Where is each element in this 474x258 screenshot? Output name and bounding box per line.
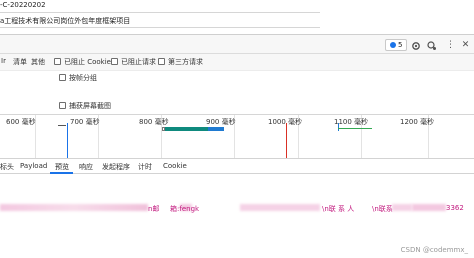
checkbox-box[interactable] (59, 102, 66, 109)
blocked-requests-checkbox[interactable]: 已阻止请求 (111, 57, 156, 67)
redacted-text (240, 204, 320, 211)
request-marker (338, 123, 339, 131)
divider (0, 12, 320, 13)
page-text-line: -C-20220202 (0, 1, 46, 9)
group-by-frame-checkbox[interactable]: 按帧分组 (59, 73, 97, 83)
watermark: CSDN @codemmx_ (400, 246, 468, 254)
preview-text: \n联系 (372, 205, 393, 213)
preview-text: \n联 系 人 (322, 205, 355, 213)
devtools-toolbar: 5 ⋮ ✕ (0, 34, 474, 54)
blocked-cookies-checkbox[interactable]: 已阻止 Cookie (54, 57, 111, 67)
waiting-bar (162, 127, 208, 131)
filter-bar: Ir 清单 其他 已阻止 Cookie 已阻止请求 第三方请求 ⚙ (0, 54, 474, 121)
capture-screenshots-checkbox[interactable]: 捕获屏幕截图 (59, 101, 111, 111)
preview-text: 箱:fengk (170, 205, 200, 213)
filter-type-ir[interactable]: Ir (1, 57, 6, 65)
redacted-text (412, 204, 446, 211)
blocked-cookies-label: 已阻止 Cookie (64, 58, 111, 66)
customize-icon[interactable] (426, 40, 437, 51)
divider (0, 27, 320, 28)
third-party-checkbox[interactable]: 第三方请求 (158, 57, 203, 67)
tick-label: 600 毫秒 (6, 118, 36, 126)
options-row: 按帧分组 (0, 70, 474, 84)
redacted-text (392, 204, 412, 211)
timeline-bar (58, 125, 66, 126)
settings-icon[interactable] (410, 40, 421, 51)
page-text-line: a工程技术有限公司岗位外包年度框架项目 (0, 17, 131, 25)
content-download-bar (208, 127, 224, 131)
preview-text: 3362 (446, 204, 464, 212)
filter-type-manifest[interactable]: 清单 (13, 57, 27, 67)
tick-label: 1200 毫秒 (400, 118, 435, 126)
close-icon[interactable]: ✕ (460, 40, 471, 51)
tab-cookies[interactable]: Cookie (163, 162, 187, 170)
checkbox-box[interactable] (59, 74, 66, 81)
checkbox-box[interactable] (54, 58, 61, 65)
tab-headers[interactable]: 标头 (0, 162, 14, 172)
filter-type-other[interactable]: 其他 (31, 57, 45, 67)
tick-label: 1100 毫秒 (334, 118, 369, 126)
redacted-text (0, 204, 148, 211)
active-tab-indicator (50, 172, 73, 174)
capture-screenshots-label: 捕获屏幕截图 (69, 102, 111, 110)
dom-content-loaded-marker (67, 123, 68, 159)
checkbox-box[interactable] (111, 58, 118, 65)
network-overview[interactable]: 600 毫秒 700 毫秒 800 毫秒 900 毫秒 1000 毫秒 1100… (0, 114, 474, 159)
load-marker (286, 123, 287, 159)
third-party-label: 第三方请求 (168, 58, 203, 66)
preview-text: n邮 (148, 205, 160, 213)
tab-response[interactable]: 响应 (79, 162, 93, 172)
tick-label: 800 毫秒 (139, 118, 169, 126)
tab-timing[interactable]: 计时 (138, 162, 152, 172)
checkbox-box[interactable] (158, 58, 165, 65)
tick-label: 900 毫秒 (206, 118, 236, 126)
tab-payload[interactable]: Payload (20, 162, 47, 170)
tab-initiator[interactable]: 发起程序 (102, 162, 130, 172)
options-row: 捕获屏幕截图 (0, 84, 474, 114)
more-icon[interactable]: ⋮ (445, 40, 456, 51)
tab-preview[interactable]: 预览 (55, 162, 69, 172)
green-timing-bar (338, 128, 372, 129)
issues-icon (390, 42, 396, 48)
queue-bar (162, 127, 165, 131)
web-page-area: -C-20220202 a工程技术有限公司岗位外包年度框架项目 (0, 0, 474, 34)
blocked-requests-label: 已阻止请求 (121, 58, 156, 66)
issues-badge[interactable]: 5 (385, 39, 408, 51)
tick-label: 700 毫秒 (70, 118, 100, 126)
group-by-frame-label: 按帧分组 (69, 74, 97, 82)
issues-count: 5 (398, 41, 403, 49)
